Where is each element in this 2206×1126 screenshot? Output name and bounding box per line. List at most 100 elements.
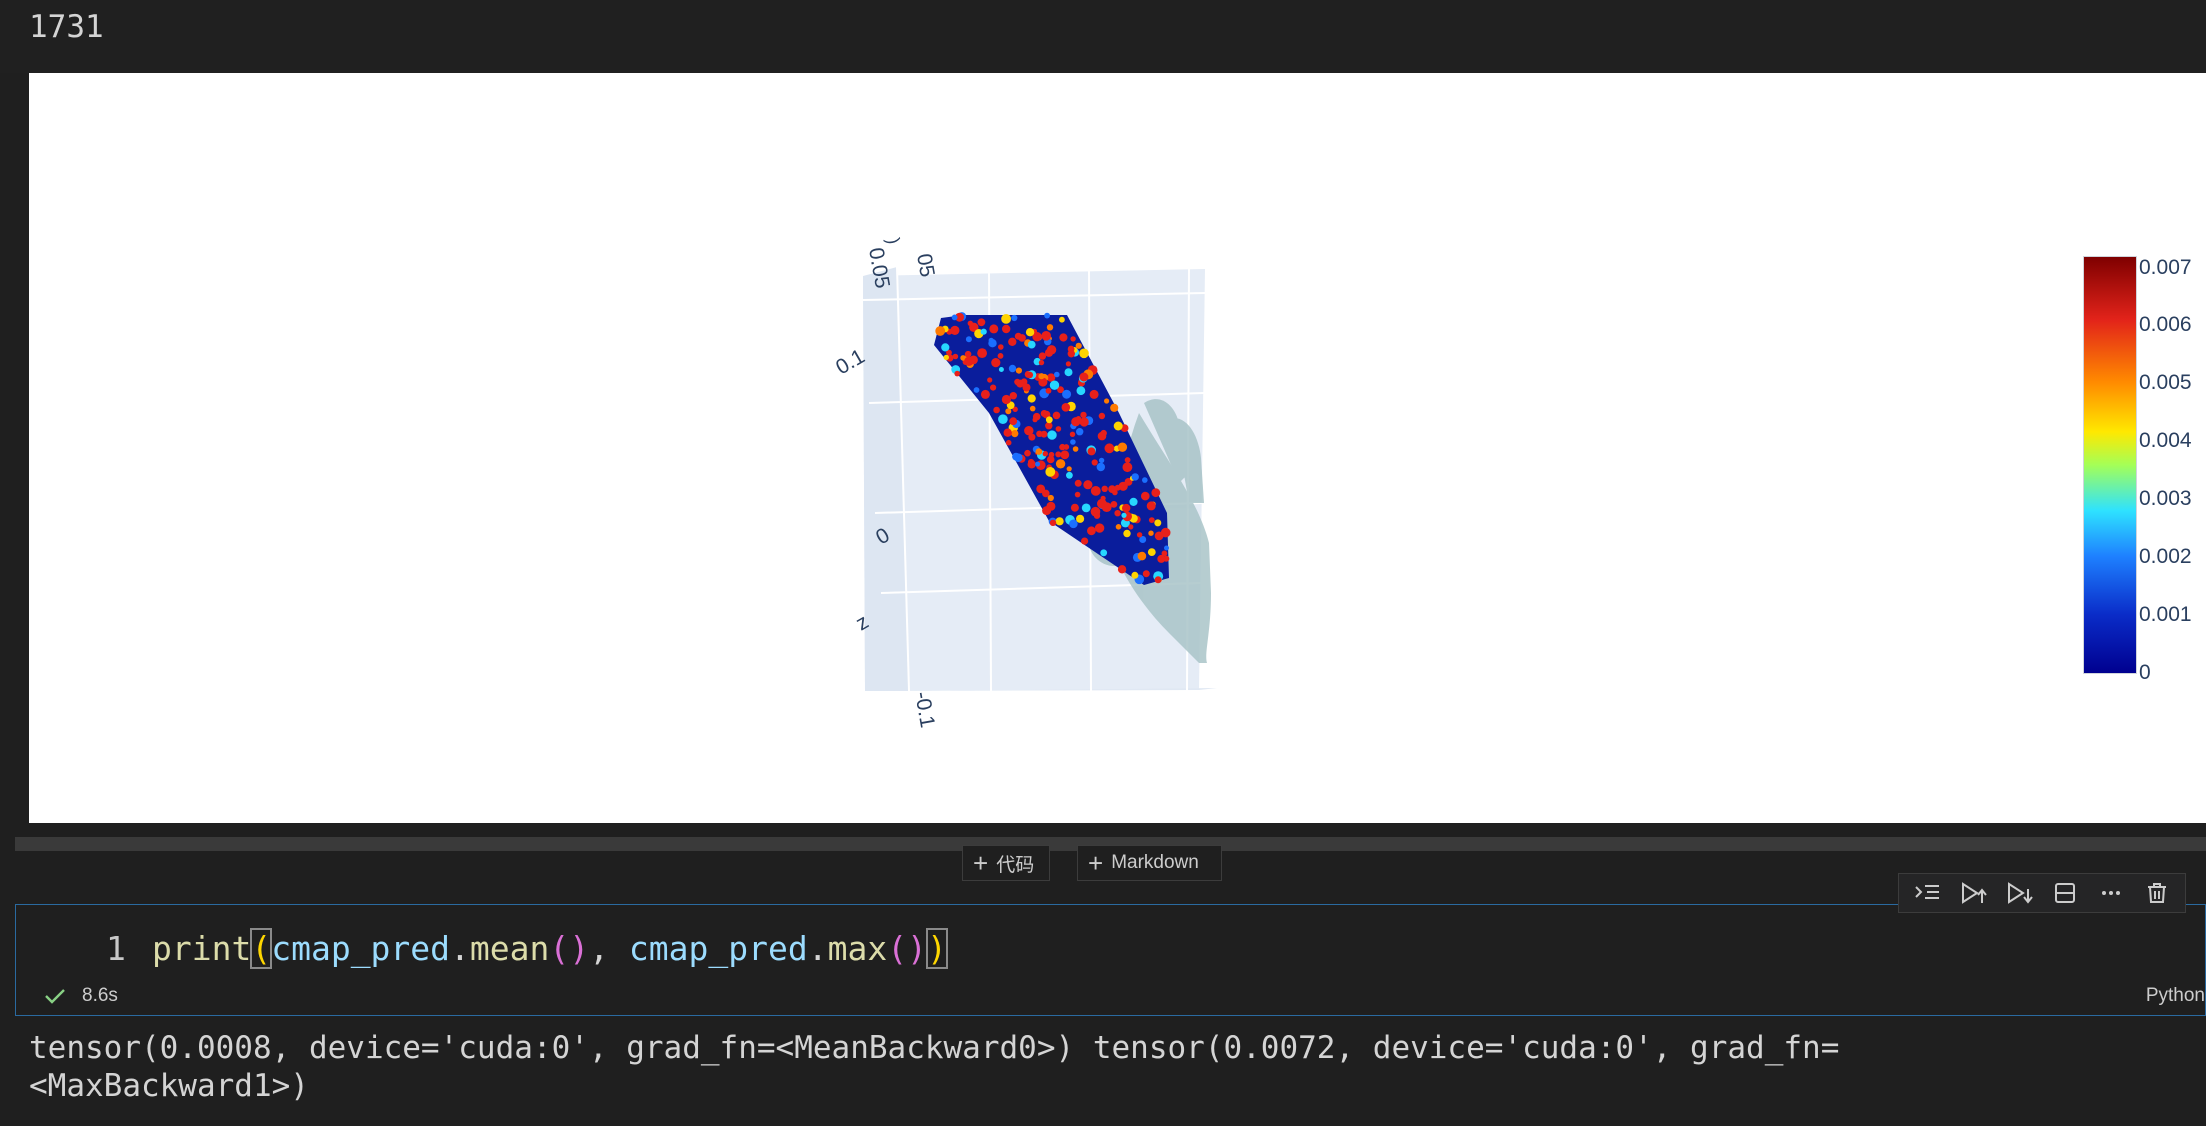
point-marker: [1154, 531, 1164, 541]
point-marker: [1040, 430, 1048, 438]
execution-status: 8.6s: [44, 985, 118, 1007]
point-marker: [987, 377, 993, 383]
run-by-line-icon[interactable]: [1909, 877, 1945, 909]
plotly-3d-plot[interactable]: 05 0.05 ) 0.1 0 z -0.1 0.007 0.006 0.005…: [29, 73, 2206, 823]
point-marker: [1044, 348, 1054, 357]
point-marker: [950, 325, 960, 335]
point-marker: [1117, 565, 1127, 574]
point-marker: [1014, 453, 1023, 463]
point-marker: [1047, 494, 1054, 502]
colorbar-tick: 0.002: [2139, 545, 2192, 568]
point-marker: [1079, 348, 1089, 359]
point-marker: [1094, 523, 1105, 533]
point-marker: [1029, 405, 1036, 412]
more-icon[interactable]: [2093, 877, 2129, 909]
point-marker: [1104, 443, 1115, 454]
code-cell[interactable]: 1 print(cmap_pred.mean(), cmap_pred.max(…: [15, 904, 2206, 1016]
point-marker: [1042, 506, 1052, 516]
colorbar-tick: 0.004: [2139, 429, 2192, 452]
colorbar-tick: 0.003: [2139, 487, 2192, 510]
plus-icon: +: [1088, 848, 1104, 878]
split-cell-icon[interactable]: [2047, 877, 2083, 909]
code-token: cmap_pred: [628, 929, 808, 968]
point-marker: [943, 354, 949, 361]
point-marker: [1011, 430, 1019, 438]
add-code-cell-button[interactable]: + 代码: [962, 845, 1050, 881]
point-marker: [1028, 458, 1035, 466]
point-marker: [1122, 462, 1133, 473]
point-marker: [1079, 417, 1089, 427]
point-marker: [1047, 430, 1057, 440]
point-marker: [980, 389, 990, 399]
point-marker: [1131, 473, 1139, 481]
point-marker: [1055, 459, 1066, 469]
point-marker: [998, 367, 1004, 372]
colorbar: [2083, 256, 2137, 674]
run-below-icon[interactable]: [2001, 877, 2037, 909]
point-marker: [1080, 411, 1087, 419]
point-marker: [998, 344, 1004, 350]
3d-scene[interactable]: 05 0.05 ) 0.1 0 z -0.1: [29, 73, 2206, 823]
add-markdown-cell-button[interactable]: + Markdown: [1077, 845, 1222, 881]
point-marker: [1059, 443, 1066, 451]
point-marker: [1098, 457, 1105, 464]
point-marker: [1110, 403, 1119, 412]
point-marker: [1137, 551, 1147, 561]
point-marker: [1009, 392, 1017, 400]
delete-icon[interactable]: [2139, 877, 2175, 909]
point-marker: [1009, 417, 1018, 426]
point-marker: [964, 356, 974, 366]
code-editor-line[interactable]: print(cmap_pred.mean(), cmap_pred.max()): [152, 928, 948, 969]
point-marker: [965, 336, 972, 343]
cell-output: tensor(0.0008, device='cuda:0', grad_fn=…: [29, 1029, 1839, 1105]
point-marker: [1049, 519, 1057, 526]
point-marker: [1081, 503, 1091, 513]
code-token: .: [807, 929, 828, 968]
point-marker: [964, 350, 972, 358]
axis-tick: 0.1: [832, 345, 869, 380]
point-marker: [1066, 471, 1073, 479]
point-marker: [1089, 389, 1099, 399]
point-marker: [1005, 439, 1012, 446]
axis-tick: 05: [912, 252, 939, 279]
point-marker: [1060, 450, 1070, 460]
point-marker: [1142, 570, 1150, 578]
point-marker: [1083, 480, 1093, 490]
cell-toolbar: [1898, 873, 2186, 913]
point-marker: [1066, 466, 1072, 472]
point-marker: [1036, 484, 1046, 494]
point-marker: [1091, 459, 1098, 466]
colorbar-tick: 0.005: [2139, 371, 2192, 394]
point-marker: [998, 414, 1008, 425]
check-icon: [45, 989, 65, 1004]
code-token: cmap_pred: [271, 929, 451, 968]
point-marker: [1090, 486, 1101, 496]
point-marker: [1113, 421, 1123, 431]
point-marker: [989, 324, 999, 334]
point-marker: [1046, 324, 1054, 331]
run-above-icon[interactable]: [1955, 877, 1991, 909]
point-marker: [973, 387, 980, 393]
line-number: 1: [106, 929, 126, 968]
point-marker: [1154, 576, 1162, 584]
point-marker: [1008, 337, 1017, 346]
point-marker: [1049, 380, 1060, 390]
point-marker: [1005, 408, 1012, 415]
point-marker: [1076, 428, 1084, 436]
point-marker: [1136, 532, 1143, 538]
point-marker: [1003, 428, 1012, 437]
point-marker: [1146, 501, 1156, 511]
colorbar-tick: 0.006: [2139, 313, 2192, 336]
point-marker: [1122, 503, 1131, 513]
point-marker: [1148, 517, 1155, 523]
kernel-language[interactable]: Python: [2146, 985, 2205, 1007]
point-marker: [935, 326, 946, 336]
point-marker: [1048, 451, 1055, 458]
code-token: (: [250, 928, 273, 969]
point-marker: [1027, 340, 1036, 349]
point-marker: [1072, 446, 1079, 452]
point-marker: [1096, 462, 1106, 472]
point-marker: [1040, 410, 1048, 417]
point-marker: [1104, 398, 1110, 404]
point-marker: [1070, 503, 1079, 512]
